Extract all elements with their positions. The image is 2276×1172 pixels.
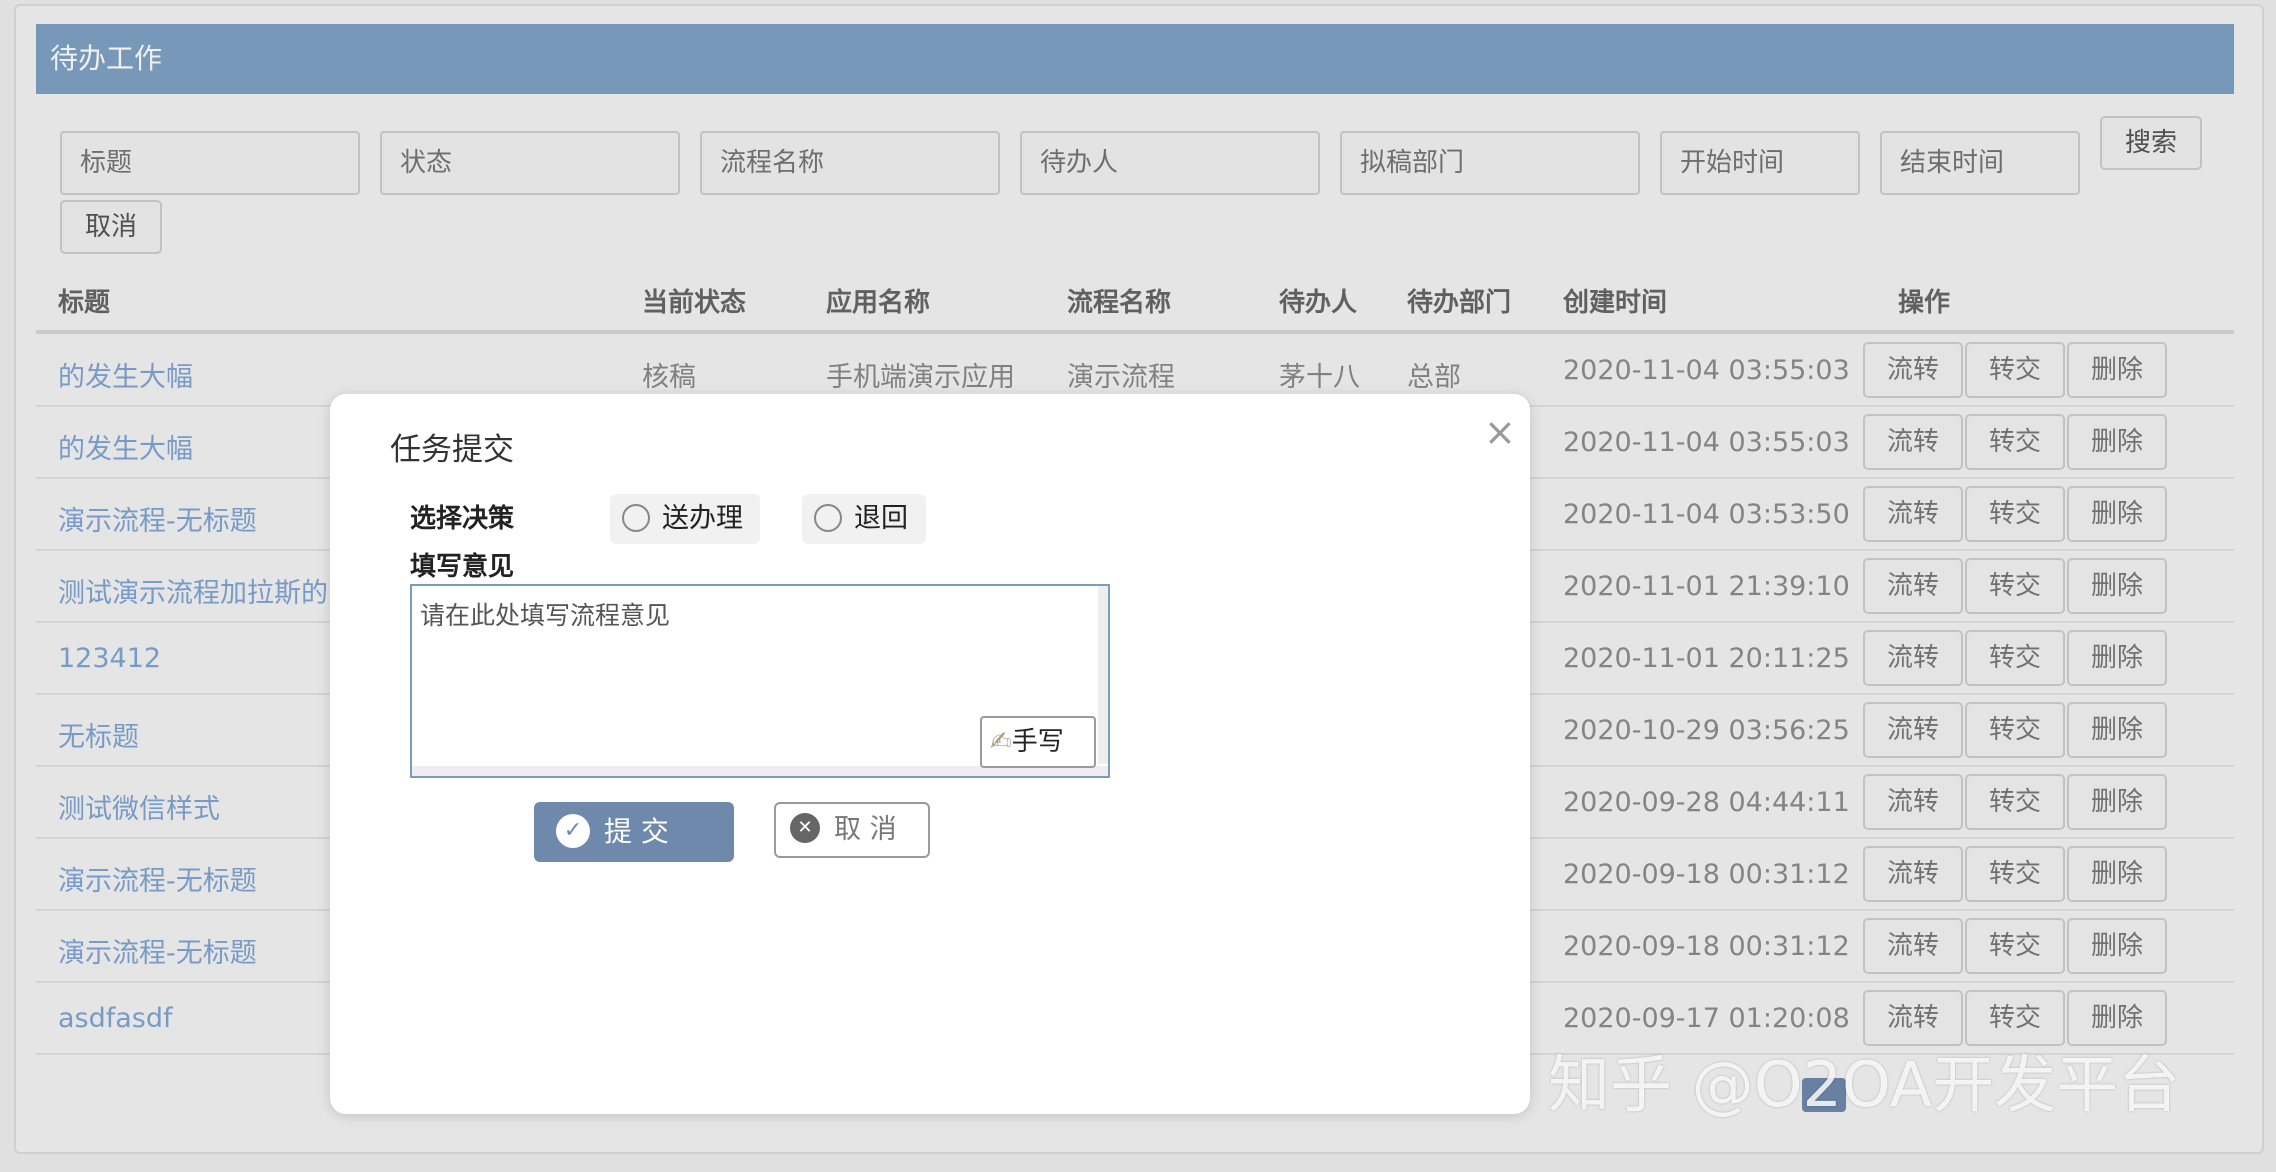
- opinion-placeholder: 请在此处填写流程意见: [420, 601, 671, 630]
- radio-circle-icon: [814, 503, 842, 532]
- submit-button[interactable]: ✓ 提 交: [534, 802, 734, 862]
- dialog-cancel-button[interactable]: ✕ 取 消: [774, 802, 930, 858]
- radio-circle-icon: [622, 503, 650, 532]
- task-submit-dialog: 任务提交 × 选择决策 送办理 退回 填写意见 请在此处填写流程意见 ✍手写 ✓…: [330, 394, 1530, 1114]
- close-circle-icon: ✕: [790, 813, 820, 843]
- dialog-title: 任务提交: [390, 432, 514, 468]
- close-icon[interactable]: ×: [1484, 410, 1516, 454]
- decision-label: 选择决策: [410, 504, 515, 534]
- watermark: 知乎 @O2OA开发平台: [1548, 1048, 2181, 1121]
- decision-option-return[interactable]: 退回: [802, 494, 926, 544]
- vertical-scrollbar[interactable]: [1098, 586, 1108, 764]
- check-icon: ✓: [556, 813, 590, 848]
- decision-option-approve[interactable]: 送办理: [610, 494, 760, 544]
- pen-icon: ✍: [990, 727, 1012, 757]
- opinion-textarea[interactable]: 请在此处填写流程意见 ✍手写: [410, 584, 1110, 778]
- handwrite-label: 手写: [1011, 727, 1064, 757]
- cancel-label: 取 消: [834, 814, 897, 845]
- decision-option-label: 退回: [854, 503, 908, 534]
- opinion-label: 填写意见: [410, 552, 515, 582]
- submit-label: 提 交: [604, 815, 669, 848]
- handwrite-button[interactable]: ✍手写: [980, 716, 1096, 768]
- decision-option-label: 送办理: [662, 503, 743, 534]
